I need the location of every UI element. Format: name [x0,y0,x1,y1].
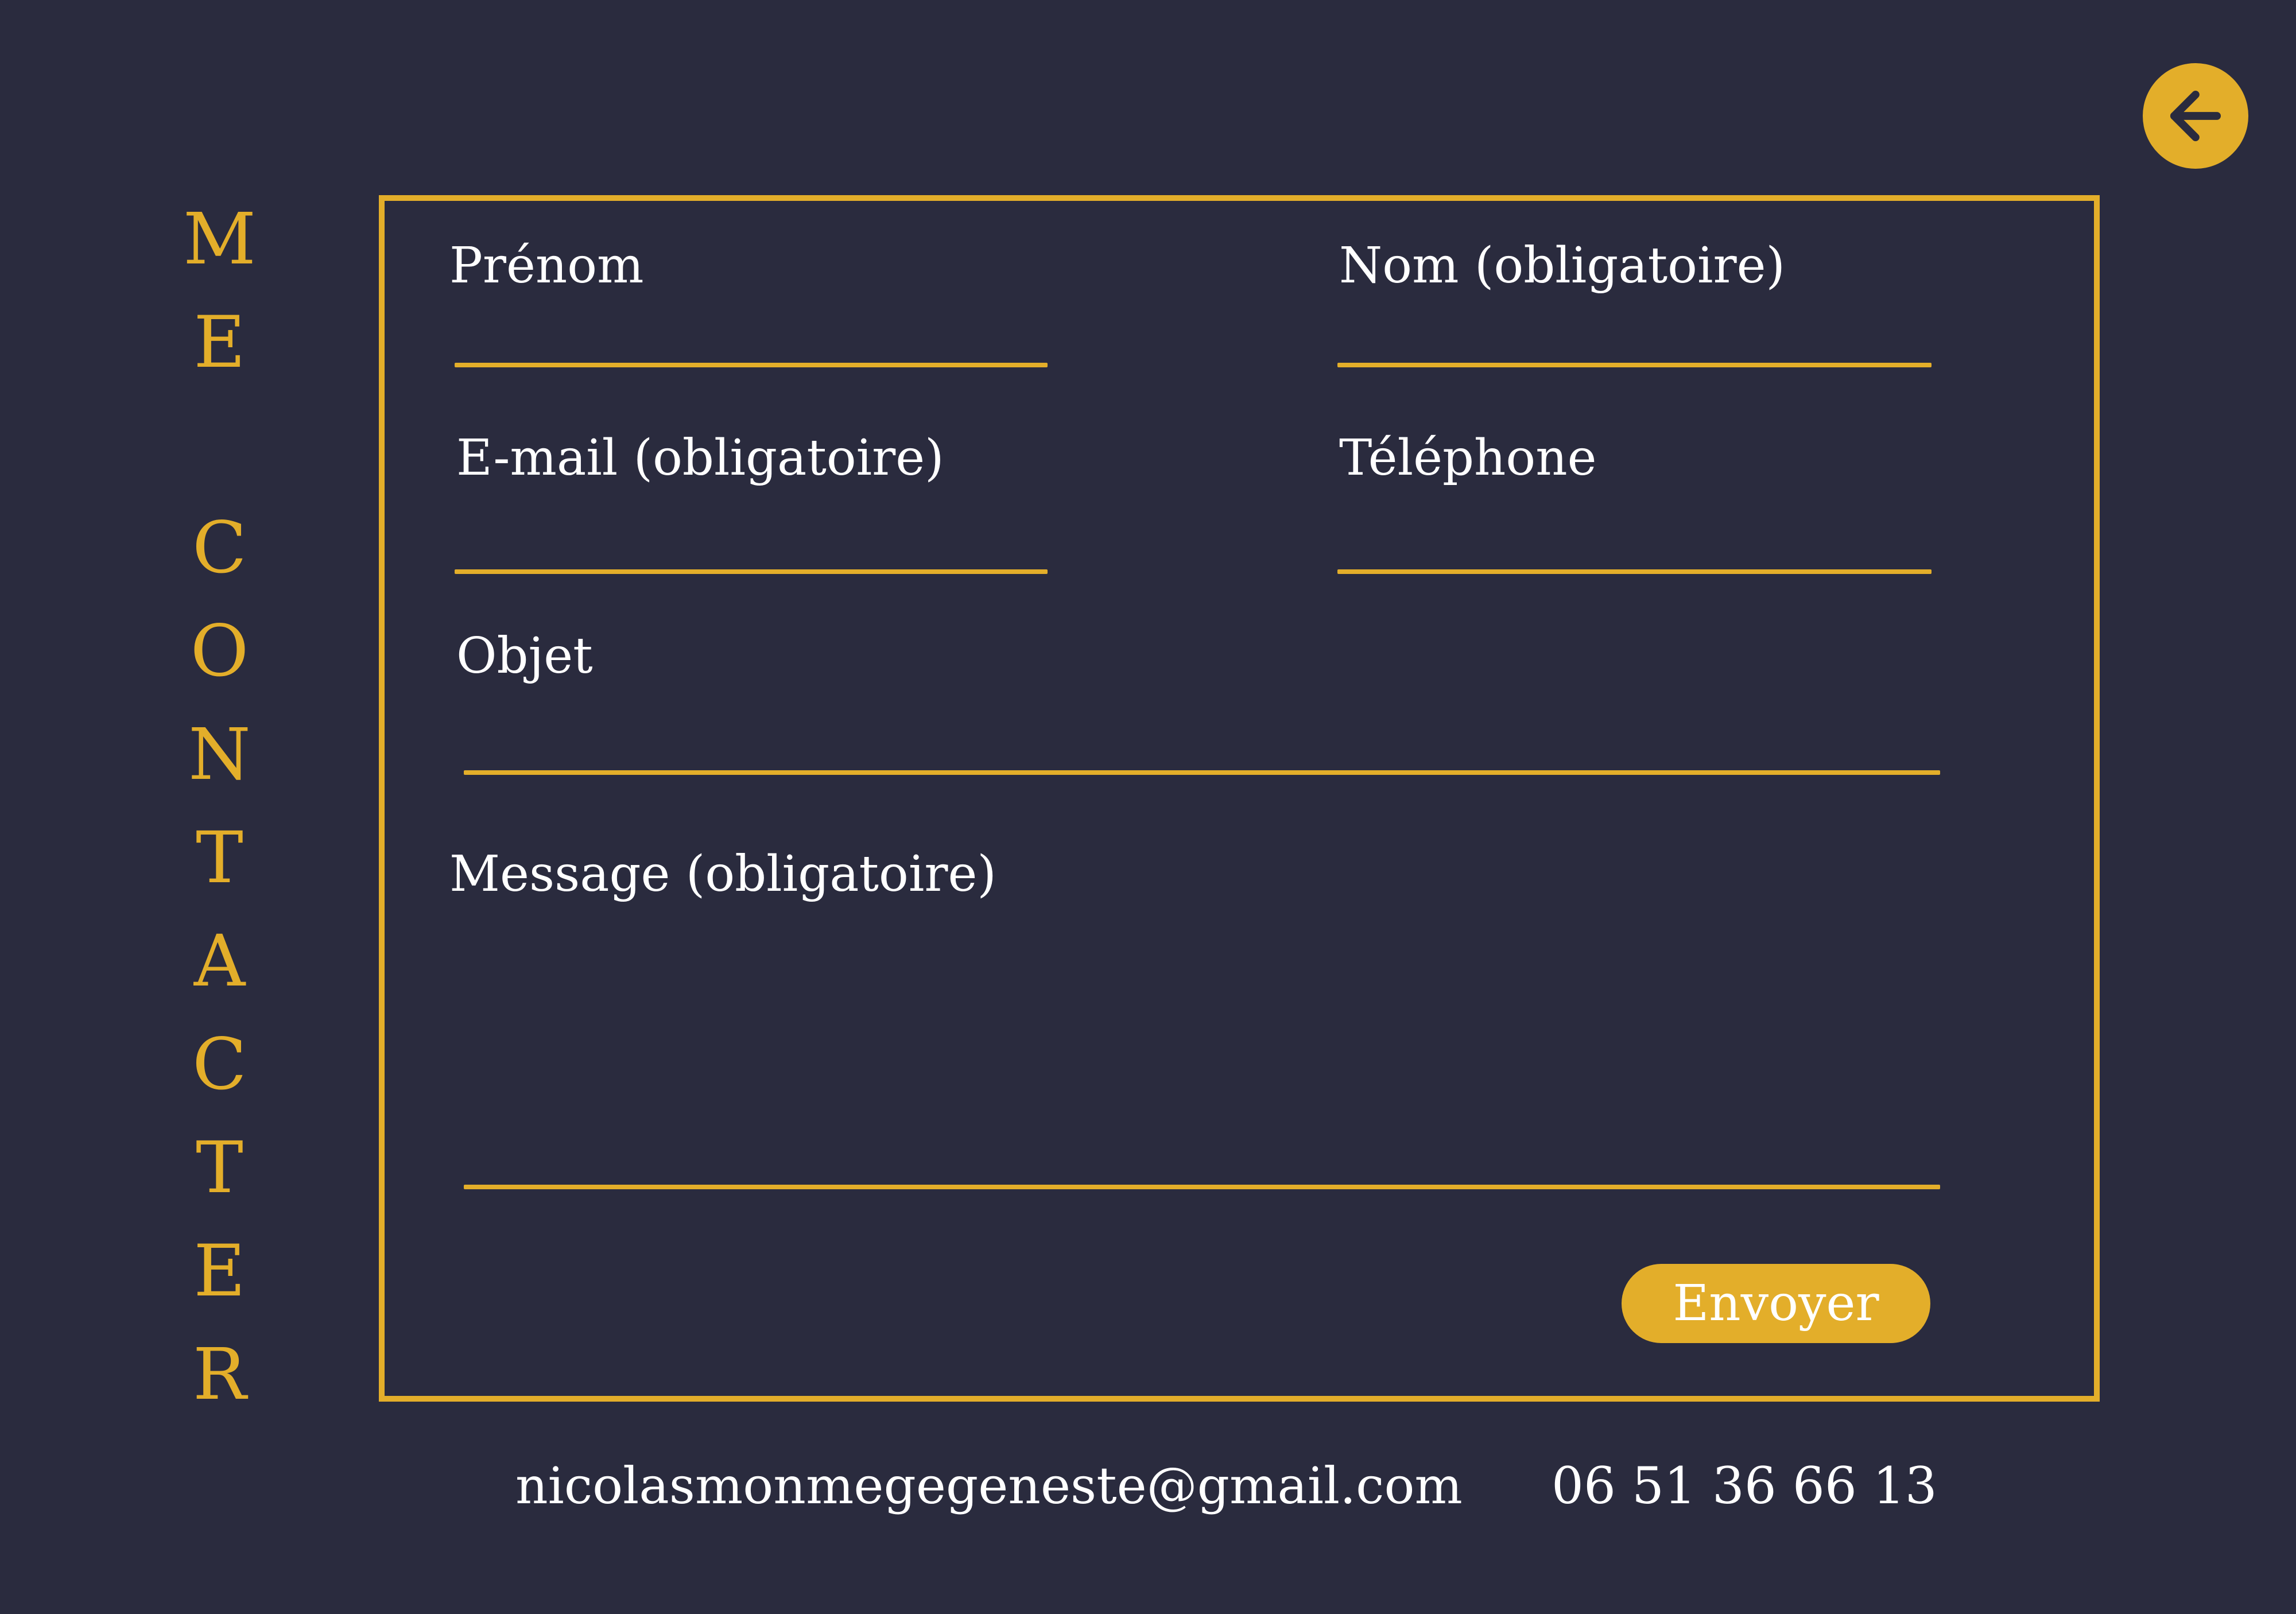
title-letter: T [196,817,243,899]
lastname-label: Nom (obligatoire) [1339,237,1786,294]
title-letter: T [196,1127,243,1209]
contact-email: nicolasmonmegegeneste@gmail.com [515,1456,1463,1515]
firstname-input[interactable] [455,310,1048,362]
back-button[interactable] [2143,63,2248,169]
email-label: E-mail (obligatoire) [456,429,944,487]
title-letter: O [190,610,249,693]
send-button[interactable]: Envoyer [1622,1264,1930,1343]
lastname-underline [1337,363,1932,367]
arrow-left-icon [2170,90,2221,142]
subject-underline [464,770,1940,775]
title-letter: R [192,1333,247,1416]
title-letter: E [193,1230,246,1313]
phone-underline [1337,569,1932,574]
phone-input[interactable] [1337,517,1932,568]
title-letter: C [192,1023,247,1106]
subject-input[interactable] [464,717,1940,769]
contact-phone: 06 51 36 66 13 [1552,1456,1937,1515]
phone-label: Téléphone [1339,429,1597,487]
subject-label: Objet [456,627,593,685]
title-letter: E [193,301,246,384]
title-letter: M [183,198,256,281]
email-underline [455,569,1048,574]
message-label: Message (obligatoire) [449,845,996,903]
firstname-underline [455,363,1048,367]
title-letter: C [192,507,247,589]
title-letter: A [193,920,246,1003]
lastname-input[interactable] [1337,310,1932,362]
email-input[interactable] [455,517,1048,568]
message-underline [464,1185,1940,1189]
message-textarea[interactable] [464,930,1940,1182]
contact-form-frame [379,195,2100,1402]
title-letter: N [188,713,251,796]
firstname-label: Prénom [449,237,644,294]
